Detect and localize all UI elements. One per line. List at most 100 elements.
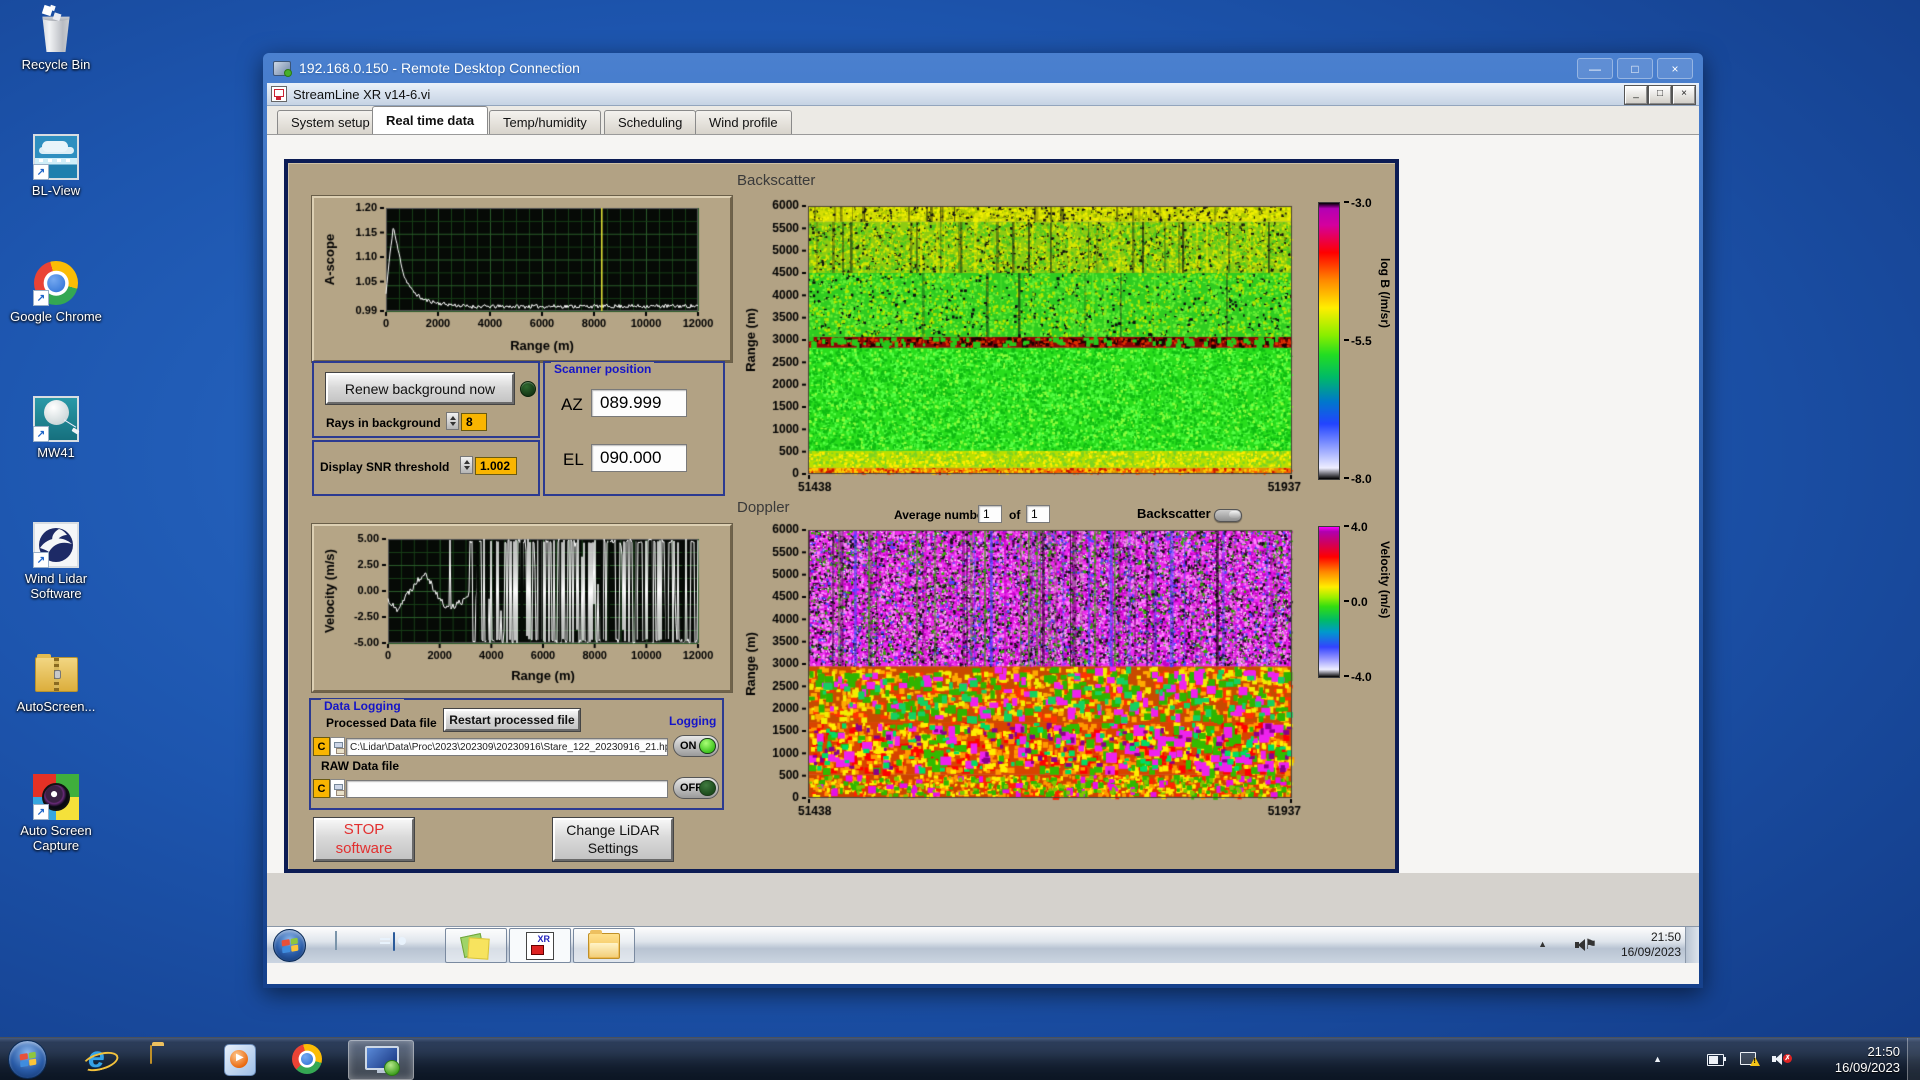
remote-desktop-icon (365, 1046, 400, 1076)
raw-path-field[interactable] (346, 780, 668, 798)
stop-line1: STOP (343, 820, 385, 838)
front-panel: Renew background now Rays in background … (284, 159, 1399, 873)
rdp-window: 192.168.0.150 - Remote Desktop Connectio… (263, 53, 1703, 988)
rays-value-field[interactable]: 8 (461, 413, 487, 431)
processed-logging-toggle[interactable]: ON (673, 735, 719, 757)
remote-time: 21:50 (1650, 930, 1681, 944)
labview-vi-icon (271, 86, 287, 102)
rdp-taskbar-button[interactable] (348, 1040, 414, 1080)
shortcut-arrow-icon: ↗ (33, 426, 49, 442)
explorer-taskbar-button[interactable] (573, 928, 635, 963)
remote-taskbar: XR ▲ ⚑ 21:50 16/09/2023 (267, 926, 1699, 963)
speaker-muted-icon[interactable]: ✗ (1772, 1053, 1792, 1065)
wind-lidar-icon: ↗ (33, 522, 79, 568)
off-led (699, 780, 716, 796)
desktop-icon-recycle-bin[interactable]: Recycle Bin (8, 4, 104, 73)
az-value-field[interactable]: 089.999 (591, 389, 687, 417)
stop-software-button[interactable]: STOP software (314, 818, 414, 861)
desktop-icon-label: Auto Screen Capture (20, 823, 92, 853)
renew-led-indicator (520, 381, 536, 397)
xr-app-icon: XR (526, 931, 554, 960)
raw-browse-icon[interactable] (330, 779, 345, 798)
remote-date: 16/09/2023 (1620, 945, 1681, 959)
change-lidar-settings-button[interactable]: Change LiDAR Settings (553, 818, 673, 861)
el-value-field[interactable]: 090.000 (591, 444, 687, 472)
background-controls-frame: Renew background now Rays in background … (312, 361, 540, 438)
desktop-icon-label: Recycle Bin (21, 57, 91, 72)
date: 16/09/2023 (1834, 1059, 1900, 1075)
tab-wind-profile[interactable]: Wind profile (695, 110, 792, 134)
remote-start-button[interactable] (273, 929, 306, 962)
restart-processed-file-button[interactable]: Restart processed file (444, 709, 580, 731)
el-label: EL (563, 450, 584, 469)
app-titlebar[interactable]: StreamLine XR v14-6.vi _ □ × (267, 83, 1699, 106)
minimize-button[interactable]: — (1577, 58, 1613, 79)
desktop-icon-mw41[interactable]: ↗ MW41 (8, 396, 104, 461)
network-icon[interactable] (1740, 1052, 1760, 1066)
stop-line2: software (335, 839, 393, 857)
notepad-icon[interactable] (335, 931, 337, 950)
sticky-notes-icon (462, 933, 490, 959)
data-logging-frame: Data Logging Processed Data file Restart… (309, 698, 724, 810)
clock[interactable]: 21:50 16/09/2023 (1805, 1044, 1900, 1075)
raw-file-label: RAW Data file (321, 759, 400, 773)
backscatter-colorbar (1318, 202, 1340, 480)
app-close-button[interactable]: × (1673, 86, 1695, 104)
battery-icon[interactable] (1707, 1054, 1726, 1066)
mw41-icon: ↗ (33, 396, 80, 442)
backscatter-colorbar-label: log B (/m/sr) (1378, 258, 1392, 329)
streamline-xr-taskbar-button[interactable]: XR (509, 928, 571, 963)
app-minimize-button[interactable]: _ (1625, 86, 1647, 104)
auto-screen-capture-icon: ↗ (33, 774, 79, 820)
processed-drive-box[interactable]: C (313, 737, 330, 756)
snr-label: Display SNR threshold (320, 460, 450, 474)
vi-body: Renew background now Rays in background … (267, 135, 1699, 948)
desktop-icon-label: MW41 (37, 445, 75, 460)
tab-strip: System setup Real time data Temp/humidit… (267, 106, 1699, 135)
desktop-icon-google-chrome[interactable]: ↗ Google Chrome (8, 260, 104, 325)
zip-folder-icon (33, 650, 79, 696)
desktop-icon-bl-view[interactable]: ↗ BL-View (8, 134, 104, 199)
chrome-taskbar-icon[interactable] (292, 1044, 322, 1074)
media-player-icon[interactable] (224, 1044, 256, 1076)
tab-scheduling[interactable]: Scheduling (604, 110, 697, 134)
rdp-computer-icon (273, 60, 292, 77)
velocity-graph (314, 526, 726, 686)
tab-temp-humidity[interactable]: Temp/humidity (489, 110, 601, 134)
remote-tray-expand-icon[interactable]: ▲ (1538, 939, 1547, 949)
desktop-icon-label: Wind Lidar Software (24, 571, 88, 601)
tray-expand-icon[interactable]: ▲ (1653, 1054, 1662, 1064)
snr-spinner[interactable] (460, 456, 473, 474)
close-button[interactable]: × (1657, 58, 1693, 79)
rays-spinner[interactable] (446, 412, 459, 430)
tab-real-time-data[interactable]: Real time data (372, 106, 489, 134)
raw-logging-toggle[interactable]: OFF (673, 777, 719, 799)
rdp-title: 192.168.0.150 - Remote Desktop Connectio… (299, 60, 580, 76)
doppler-heatmap (737, 516, 1303, 832)
windows-explorer-icon[interactable] (150, 1045, 152, 1064)
show-desktop-button[interactable] (1907, 1038, 1920, 1080)
scanner-position-title: Scanner position (551, 362, 655, 376)
start-button[interactable] (8, 1040, 47, 1079)
desktop-icon-wind-lidar[interactable]: ↗ Wind Lidar Software (8, 522, 104, 602)
recycle-bin-icon (33, 4, 79, 54)
ascope-graph-frame (312, 196, 732, 362)
sticky-notes-button[interactable] (445, 928, 507, 963)
maximize-button[interactable]: □ (1617, 58, 1653, 79)
renew-background-button[interactable]: Renew background now (326, 373, 514, 404)
processed-browse-icon[interactable] (330, 737, 345, 756)
remote-clock[interactable]: 21:50 16/09/2023 (1593, 930, 1681, 960)
snr-value-field[interactable]: 1.002 (475, 457, 517, 475)
desktop-icon-label: BL-View (31, 183, 81, 198)
doppler-title: Doppler (737, 499, 790, 516)
raw-drive-box[interactable]: C (313, 779, 330, 798)
desktop-icon-auto-screen-capture[interactable]: ↗ Auto Screen Capture (8, 774, 104, 854)
tab-system-setup[interactable]: System setup (277, 110, 384, 134)
processed-path-field[interactable]: C:\Lidar\Data\Proc\2023\202309\20230916\… (346, 738, 668, 756)
app-maximize-button[interactable]: □ (1649, 86, 1671, 104)
rdp-titlebar[interactable]: 192.168.0.150 - Remote Desktop Connectio… (267, 53, 1699, 83)
control-panel-icon[interactable] (393, 932, 395, 951)
remote-show-desktop-button[interactable] (1685, 927, 1699, 963)
folder-icon (588, 929, 620, 959)
desktop-icon-autoscreen[interactable]: AutoScreen... (8, 650, 104, 715)
